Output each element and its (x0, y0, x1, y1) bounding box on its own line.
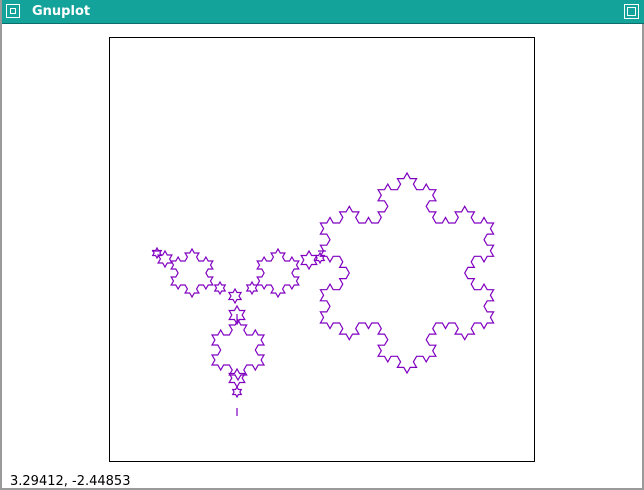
title-bar[interactable]: Gnuplot (2, 0, 644, 24)
large-snowflake (319, 171, 495, 375)
medium-snowflake-left (170, 247, 214, 299)
connector-segments (152, 250, 326, 416)
plot-canvas[interactable] (2, 24, 644, 490)
plot-svg (109, 37, 535, 462)
small-snowflake-6 (227, 287, 243, 305)
gnuplot-window: Gnuplot 3.29412, -2.44853 (0, 0, 644, 490)
fractal-curves (151, 171, 495, 416)
medium-snowflake-right (256, 247, 300, 299)
small-snowflake-10 (314, 251, 326, 265)
small-snowflake-5 (300, 249, 318, 271)
plot-border (109, 37, 535, 462)
small-snowflake-3 (231, 385, 243, 399)
window-menu-icon[interactable] (6, 4, 20, 18)
small-snowflake-9 (151, 246, 163, 260)
small-snowflake-8 (245, 280, 259, 296)
maximize-icon[interactable] (624, 4, 639, 19)
window-title: Gnuplot (32, 4, 91, 19)
coordinate-readout: 3.29412, -2.44853 (10, 474, 131, 489)
small-snowflake-7 (213, 280, 227, 296)
